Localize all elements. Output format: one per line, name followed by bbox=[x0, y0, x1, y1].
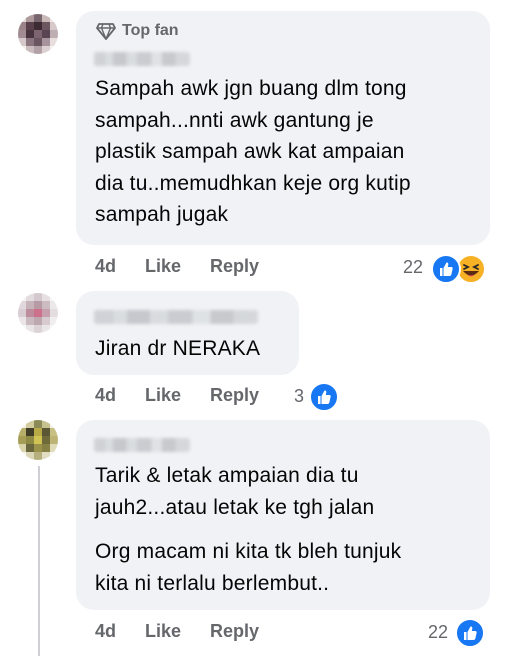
like-button[interactable]: Like bbox=[145, 385, 181, 406]
commenter-name[interactable] bbox=[94, 310, 258, 324]
like-button[interactable]: Like bbox=[145, 256, 181, 277]
commenter-name[interactable] bbox=[94, 438, 190, 452]
top-fan-badge: Top fan bbox=[96, 22, 179, 40]
timestamp[interactable]: 4d bbox=[95, 621, 116, 642]
thread-line bbox=[38, 466, 40, 656]
like-button[interactable]: Like bbox=[145, 621, 181, 642]
reaction-count[interactable]: 22 bbox=[403, 257, 423, 278]
reply-button[interactable]: Reply bbox=[210, 621, 259, 642]
timestamp[interactable]: 4d bbox=[95, 256, 116, 277]
avatar[interactable] bbox=[18, 293, 58, 333]
timestamp[interactable]: 4d bbox=[95, 385, 116, 406]
reply-button[interactable]: Reply bbox=[210, 385, 259, 406]
commenter-name[interactable] bbox=[94, 52, 190, 66]
like-icon bbox=[431, 254, 461, 284]
like-icon bbox=[309, 382, 339, 412]
like-icon bbox=[455, 618, 485, 648]
comment-text-paragraph-2: Org macam ni kita tk bleh tunjuk kita ni… bbox=[95, 540, 402, 595]
reaction-count[interactable]: 22 bbox=[428, 622, 448, 643]
comment-text: Tarik & letak ampaian dia tu jauh2...ata… bbox=[95, 464, 375, 519]
avatar[interactable] bbox=[18, 420, 58, 460]
comment-text: Jiran dr NERAKA bbox=[95, 337, 261, 360]
diamond-icon bbox=[96, 23, 116, 40]
avatar[interactable] bbox=[18, 14, 58, 54]
badge-label: Top fan bbox=[122, 22, 179, 39]
reaction-count[interactable]: 3 bbox=[294, 386, 304, 407]
comment-text: Sampah awk jgn buang dlm tong sampah...n… bbox=[95, 77, 411, 226]
reply-button[interactable]: Reply bbox=[210, 256, 259, 277]
